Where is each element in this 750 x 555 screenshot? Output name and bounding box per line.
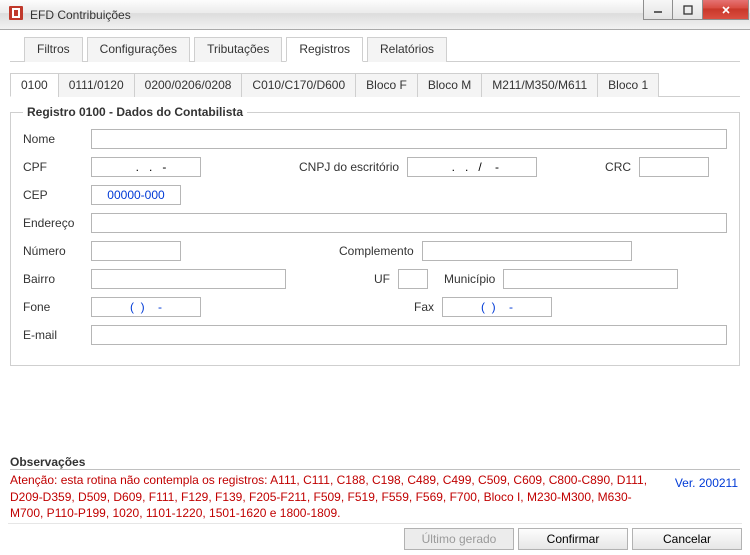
tab-tributacoes[interactable]: Tributações [194,37,282,62]
uf-input[interactable] [398,269,428,289]
tab-relatorios[interactable]: Relatórios [367,37,447,62]
close-button[interactable] [703,0,749,20]
crc-input[interactable] [639,157,709,177]
label-municipio: Município [444,272,495,286]
bairro-input[interactable] [91,269,286,289]
label-crc: CRC [605,160,631,174]
label-endereco: Endereço [23,216,83,230]
cep-input[interactable] [91,185,181,205]
label-nome: Nome [23,132,83,146]
complemento-input[interactable] [422,241,632,261]
label-complemento: Complemento [339,244,414,258]
group-registro-0100: Registro 0100 - Dados do Contabilista No… [10,105,740,366]
app-icon [8,5,24,24]
observacoes-title: Observações [10,455,740,470]
cpf-input[interactable] [91,157,201,177]
tab-registros[interactable]: Registros [286,37,363,62]
ultimo-gerado-button[interactable]: Último gerado [404,528,514,550]
fone-input[interactable] [91,297,201,317]
label-fone: Fone [23,300,83,314]
observacoes-body: Atenção: esta rotina não contempla os re… [10,472,659,521]
group-legend: Registro 0100 - Dados do Contabilista [23,105,247,119]
title-bar: EFD Contribuições [0,0,750,30]
footer-bar: Último gerado Confirmar Cancelar [8,523,742,550]
cnpj-input[interactable] [407,157,537,177]
subtab-0200-0206-0208[interactable]: 0200/0206/0208 [134,73,243,97]
tab-configuracoes[interactable]: Configurações [87,37,190,62]
label-fax: Fax [414,300,434,314]
window-controls [643,0,750,29]
tab-filtros[interactable]: Filtros [24,37,83,62]
version-label: Ver. 200211 [675,472,740,490]
subtab-bloco-1[interactable]: Bloco 1 [597,73,659,97]
label-numero: Número [23,244,83,258]
confirmar-button[interactable]: Confirmar [518,528,628,550]
label-cpf: CPF [23,160,83,174]
label-cep: CEP [23,188,83,202]
nome-input[interactable] [91,129,727,149]
subtab-0100[interactable]: 0100 [10,73,59,97]
top-tab-bar: Filtros Configurações Tributações Regist… [10,36,740,62]
label-cnpj: CNPJ do escritório [299,160,399,174]
email-input[interactable] [91,325,727,345]
label-uf: UF [374,272,390,286]
label-email: E-mail [23,328,83,342]
municipio-input[interactable] [503,269,678,289]
fax-input[interactable] [442,297,552,317]
minimize-button[interactable] [643,0,673,20]
numero-input[interactable] [91,241,181,261]
subtab-bloco-f[interactable]: Bloco F [355,73,418,97]
subtab-bloco-m[interactable]: Bloco M [417,73,482,97]
endereco-input[interactable] [91,213,727,233]
subtab-c010-c170-d600[interactable]: C010/C170/D600 [241,73,356,97]
title-bar-left: EFD Contribuições [8,5,131,24]
subtab-0111-0120[interactable]: 0111/0120 [58,73,135,97]
cancelar-button[interactable]: Cancelar [632,528,742,550]
label-bairro: Bairro [23,272,83,286]
subtab-m211-m350-m611[interactable]: M211/M350/M611 [481,73,598,97]
maximize-button[interactable] [673,0,703,20]
sub-tab-bar: 0100 0111/0120 0200/0206/0208 C010/C170/… [10,72,740,97]
window-title: EFD Contribuições [30,8,131,22]
